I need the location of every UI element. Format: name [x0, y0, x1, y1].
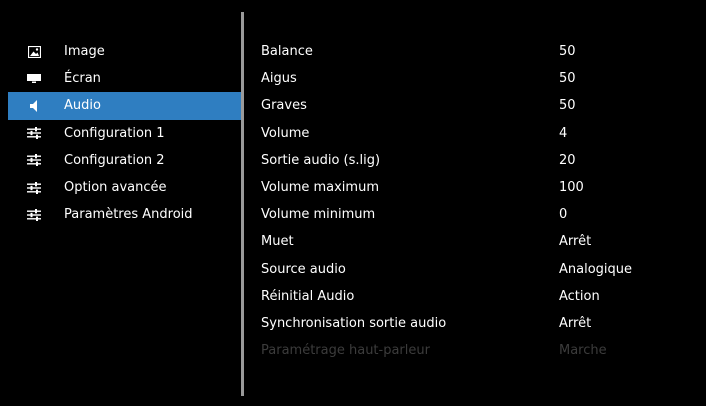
- sidebar-item-label: Audio: [64, 98, 101, 114]
- setting-label: Réinitial Audio: [261, 288, 355, 304]
- setting-row-audio-out-sync[interactable]: Synchronisation sortie audio Arrêt: [261, 310, 691, 337]
- setting-label: Volume: [261, 125, 310, 141]
- sidebar-item-android-settings[interactable]: Paramètres Android: [8, 201, 241, 228]
- setting-row-min-volume[interactable]: Volume minimum 0: [261, 201, 691, 228]
- sliders-icon: [27, 126, 41, 140]
- setting-label: Sortie audio (s.lig): [261, 152, 381, 168]
- setting-value: Marche: [559, 343, 607, 359]
- setting-row-max-volume[interactable]: Volume maximum 100: [261, 174, 691, 201]
- setting-label: Graves: [261, 98, 307, 114]
- sidebar-item-label: Écran: [64, 71, 101, 87]
- setting-row-treble[interactable]: Aigus 50: [261, 65, 691, 92]
- setting-row-audio-source[interactable]: Source audio Analogique: [261, 256, 691, 283]
- sidebar-item-label: Configuration 2: [64, 152, 165, 168]
- setting-label: Paramétrage haut-parleur: [261, 343, 430, 359]
- setting-label: Aigus: [261, 71, 297, 87]
- sidebar-item-label: Configuration 1: [64, 125, 165, 141]
- setting-label: Muet: [261, 234, 294, 250]
- setting-value: Analogique: [559, 261, 633, 277]
- setting-value: 20: [559, 152, 576, 168]
- setting-value: Arrêt: [559, 234, 592, 250]
- setting-row-speaker-setup: Paramétrage haut-parleur Marche: [261, 337, 691, 364]
- sliders-icon: [27, 153, 41, 167]
- setting-value: Action: [559, 288, 600, 304]
- setting-label: Synchronisation sortie audio: [261, 315, 447, 331]
- sliders-icon: [27, 181, 41, 195]
- setting-value: 100: [559, 180, 584, 196]
- screen-icon: [27, 72, 41, 86]
- sidebar-item-advanced-option[interactable]: Option avancée: [8, 174, 241, 201]
- setting-label: Source audio: [261, 261, 346, 277]
- setting-row-balance[interactable]: Balance 50: [261, 38, 691, 65]
- setting-row-audio-out[interactable]: Sortie audio (s.lig) 20: [261, 147, 691, 174]
- setting-value: 4: [559, 125, 568, 141]
- setting-row-mute[interactable]: Muet Arrêt: [261, 228, 691, 255]
- setting-row-volume[interactable]: Volume 4: [261, 120, 691, 147]
- setting-row-audio-reset[interactable]: Réinitial Audio Action: [261, 283, 691, 310]
- setting-label: Volume maximum: [261, 180, 379, 196]
- audio-settings-list: Balance 50 Aigus 50 Graves 50 Volume 4 S…: [261, 38, 691, 364]
- sidebar-item-configuration-2[interactable]: Configuration 2: [8, 147, 241, 174]
- sidebar-item-configuration-1[interactable]: Configuration 1: [8, 120, 241, 147]
- setting-value: 50: [559, 98, 576, 114]
- sidebar-item-image[interactable]: Image: [8, 38, 241, 65]
- setting-value: 0: [559, 207, 568, 223]
- setting-value: 50: [559, 71, 576, 87]
- setting-row-bass[interactable]: Graves 50: [261, 92, 691, 119]
- sliders-icon: [27, 208, 41, 222]
- speaker-icon: [27, 99, 41, 113]
- sidebar-item-label: Paramètres Android: [64, 207, 193, 223]
- panel-divider: [241, 12, 244, 396]
- sidebar-item-screen[interactable]: Écran: [8, 65, 241, 92]
- setting-value: 50: [559, 44, 576, 60]
- setting-label: Volume minimum: [261, 207, 376, 223]
- sidebar-item-audio[interactable]: Audio: [8, 92, 241, 120]
- image-icon: [27, 45, 41, 59]
- sidebar-menu: Image Écran Audio Configuration 1 Config…: [8, 38, 241, 228]
- sidebar-item-label: Image: [64, 44, 105, 60]
- setting-label: Balance: [261, 44, 313, 60]
- setting-value: Arrêt: [559, 315, 592, 331]
- sidebar-item-label: Option avancée: [64, 180, 167, 196]
